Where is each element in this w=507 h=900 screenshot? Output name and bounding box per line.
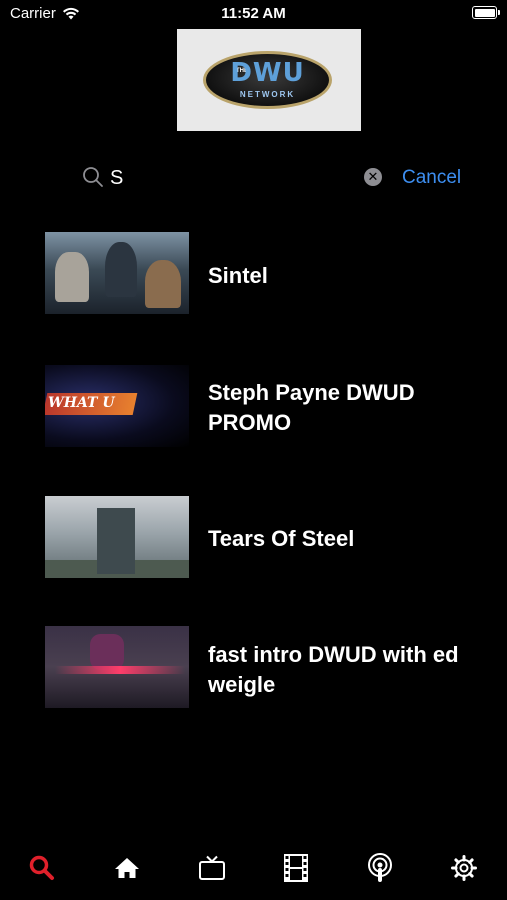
video-thumbnail <box>45 496 189 578</box>
result-title: Steph Payne DWUD PROMO <box>208 380 415 435</box>
close-icon: ✕ <box>367 169 379 184</box>
logo-name: DWU <box>230 58 305 88</box>
tab-bar <box>0 848 507 892</box>
tab-search[interactable] <box>22 848 62 888</box>
result-title: Sintel <box>208 263 268 288</box>
clear-search-button[interactable]: ✕ <box>364 168 382 186</box>
cancel-button[interactable]: Cancel <box>402 167 461 189</box>
list-item[interactable]: Sintel <box>0 232 507 314</box>
logo-emblem: THE DWU NETWORK <box>203 51 332 109</box>
search-icon <box>29 855 54 880</box>
result-title: fast intro DWUD with ed weigle <box>208 642 459 697</box>
list-item[interactable]: fast intro DWUD with ed weigle <box>0 626 507 708</box>
app-logo: THE DWU NETWORK <box>177 29 361 131</box>
video-thumbnail: WHAT U <box>45 365 189 447</box>
tab-movies[interactable] <box>276 848 316 888</box>
battery-icon <box>472 6 500 19</box>
search-icon <box>83 167 103 187</box>
search-input[interactable]: S <box>110 167 123 190</box>
tab-home[interactable] <box>107 848 147 888</box>
tab-settings[interactable] <box>444 848 484 888</box>
logo-network: NETWORK <box>239 90 296 99</box>
tab-podcasts[interactable] <box>360 848 400 888</box>
tab-tv[interactable] <box>192 848 232 888</box>
film-icon <box>284 854 308 882</box>
podcast-icon <box>368 853 392 882</box>
video-thumbnail <box>45 626 189 708</box>
tv-icon <box>199 855 225 880</box>
result-title: Tears Of Steel <box>208 526 355 551</box>
home-icon <box>115 858 139 878</box>
video-thumbnail <box>45 232 189 314</box>
status-bar: Carrier 11:52 AM <box>0 0 507 28</box>
gear-icon <box>451 855 477 881</box>
list-item[interactable]: Tears Of Steel <box>0 496 507 578</box>
list-item[interactable]: WHAT U Steph Payne DWUD PROMO <box>0 365 507 447</box>
search-bar: S ✕ Cancel <box>0 160 507 196</box>
clock: 11:52 AM <box>221 5 286 22</box>
